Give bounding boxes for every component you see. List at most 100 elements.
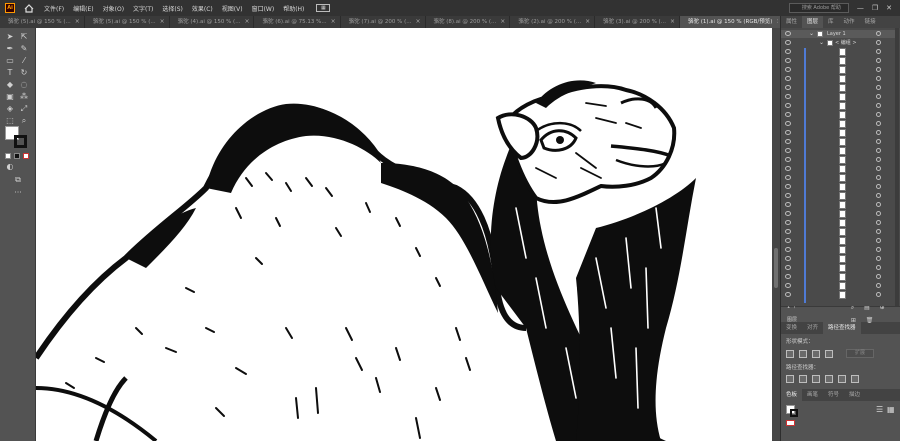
menu-effect[interactable]: 效果(C) xyxy=(192,4,213,13)
menu-help[interactable]: 帮助(H) xyxy=(283,4,304,13)
document-tab[interactable]: 骆驼 (8).ai @ 200 % (... × xyxy=(426,16,511,28)
target-icon[interactable] xyxy=(876,58,881,63)
visibility-icon[interactable] xyxy=(785,211,791,216)
sublayer-row[interactable] xyxy=(781,210,895,218)
tab-libraries[interactable]: 库 xyxy=(823,16,839,28)
target-icon[interactable] xyxy=(876,31,881,36)
target-icon[interactable] xyxy=(876,211,881,216)
document-tab[interactable]: 骆驼 (5).ai @ 150 % (... × xyxy=(0,16,85,28)
sublayer-row[interactable] xyxy=(781,111,895,119)
tab-close-icon[interactable]: × xyxy=(500,16,505,28)
tab-close-icon[interactable]: × xyxy=(160,16,165,28)
expand-chevron-icon[interactable]: ⌄ xyxy=(809,30,814,38)
visibility-icon[interactable] xyxy=(785,103,791,108)
target-icon[interactable] xyxy=(876,202,881,207)
target-icon[interactable] xyxy=(876,229,881,234)
visibility-icon[interactable] xyxy=(785,184,791,189)
minimize-icon[interactable]: — xyxy=(857,4,864,12)
document-tab[interactable]: 骆驼 (7).ai @ 200 % (... × xyxy=(341,16,426,28)
merge-icon[interactable] xyxy=(812,375,820,383)
stroke-swatch[interactable] xyxy=(14,135,27,148)
divide-icon[interactable] xyxy=(786,375,794,383)
visibility-icon[interactable] xyxy=(785,139,791,144)
outline-icon[interactable] xyxy=(838,375,846,383)
tab-close-icon[interactable]: × xyxy=(776,16,778,28)
visibility-icon[interactable] xyxy=(785,85,791,90)
sublayer-row[interactable] xyxy=(781,255,895,263)
sublayer-row[interactable] xyxy=(781,84,895,92)
target-icon[interactable] xyxy=(876,40,881,45)
screen-mode-icon[interactable]: ⧉ xyxy=(12,175,24,185)
eraser-tool-icon[interactable]: ◆ xyxy=(4,80,16,90)
rectangle-tool-icon[interactable]: ▭ xyxy=(4,56,16,66)
target-icon[interactable] xyxy=(876,274,881,279)
grid-view-icon[interactable]: ▦ xyxy=(887,405,895,414)
target-icon[interactable] xyxy=(876,247,881,252)
visibility-icon[interactable] xyxy=(785,247,791,252)
help-search-input[interactable]: 搜索 Adobe 帮助 xyxy=(788,3,849,13)
menu-window[interactable]: 窗口(W) xyxy=(252,4,275,13)
menu-edit[interactable]: 编辑(E) xyxy=(73,4,93,13)
sublayer-row[interactable] xyxy=(781,192,895,200)
gradient-tool-icon[interactable]: ▣ xyxy=(4,92,16,102)
document-tab[interactable]: 骆驼 (5).ai @ 150 % (... × xyxy=(85,16,170,28)
visibility-icon[interactable] xyxy=(785,220,791,225)
sublayer-row[interactable] xyxy=(781,147,895,155)
none-swatch[interactable] xyxy=(786,420,795,426)
tab-links[interactable]: 链接 xyxy=(860,16,881,28)
shape-builder-tool-icon[interactable]: ◈ xyxy=(4,104,16,114)
group-row[interactable]: ⌄ < 编组 > xyxy=(781,39,895,47)
selection-tool-icon[interactable]: ➤ xyxy=(4,32,16,42)
visibility-icon[interactable] xyxy=(785,283,791,288)
crop-icon[interactable] xyxy=(825,375,833,383)
menu-file[interactable]: 文件(F) xyxy=(44,4,64,13)
visibility-icon[interactable] xyxy=(785,265,791,270)
sublayer-row[interactable] xyxy=(781,57,895,65)
visibility-icon[interactable] xyxy=(785,40,791,45)
tab-swatches[interactable]: 色板 xyxy=(781,389,803,401)
group-name[interactable]: < 编组 > xyxy=(835,39,857,47)
target-icon[interactable] xyxy=(876,265,881,270)
target-icon[interactable] xyxy=(876,49,881,54)
tab-transform[interactable]: 变换 xyxy=(781,322,802,334)
paintbrush-tool-icon[interactable]: ⁄ xyxy=(18,56,30,66)
expand-button[interactable]: 扩展 xyxy=(846,349,874,358)
document-tab[interactable]: 骆驼 (2).ai @ 200 % (... × xyxy=(510,16,596,28)
sublayer-row[interactable] xyxy=(781,237,895,245)
target-icon[interactable] xyxy=(876,157,881,162)
unite-icon[interactable] xyxy=(786,349,794,358)
visibility-icon[interactable] xyxy=(785,229,791,234)
eyedropper-tool-icon[interactable]: ⁂ xyxy=(18,92,30,102)
target-icon[interactable] xyxy=(876,283,881,288)
target-icon[interactable] xyxy=(876,184,881,189)
sublayer-row[interactable] xyxy=(781,48,895,56)
visibility-icon[interactable] xyxy=(785,76,791,81)
sublayer-row[interactable] xyxy=(781,93,895,101)
sublayer-row[interactable] xyxy=(781,228,895,236)
sublayer-row[interactable] xyxy=(781,138,895,146)
sublayer-row[interactable] xyxy=(781,183,895,191)
target-icon[interactable] xyxy=(876,94,881,99)
visibility-icon[interactable] xyxy=(785,166,791,171)
tab-properties[interactable]: 属性 xyxy=(781,16,802,28)
menu-type[interactable]: 文字(T) xyxy=(133,4,153,13)
sublayer-row[interactable] xyxy=(781,120,895,128)
visibility-icon[interactable] xyxy=(785,238,791,243)
target-icon[interactable] xyxy=(876,238,881,243)
expand-chevron-icon[interactable]: ⌄ xyxy=(819,39,824,47)
target-icon[interactable] xyxy=(876,121,881,126)
target-icon[interactable] xyxy=(876,103,881,108)
tab-close-icon[interactable]: × xyxy=(331,16,336,28)
draw-mode-icon[interactable]: ◐ xyxy=(4,162,16,172)
visibility-icon[interactable] xyxy=(785,274,791,279)
visibility-icon[interactable] xyxy=(785,202,791,207)
close-icon[interactable]: ✕ xyxy=(886,4,892,12)
sublayer-row[interactable] xyxy=(781,264,895,272)
visibility-icon[interactable] xyxy=(785,49,791,54)
target-icon[interactable] xyxy=(876,256,881,261)
target-icon[interactable] xyxy=(876,85,881,90)
target-icon[interactable] xyxy=(876,175,881,180)
type-tool-icon[interactable]: T xyxy=(4,68,16,78)
pen-tool-icon[interactable]: ✒ xyxy=(4,44,16,54)
sublayer-row[interactable] xyxy=(781,291,895,299)
